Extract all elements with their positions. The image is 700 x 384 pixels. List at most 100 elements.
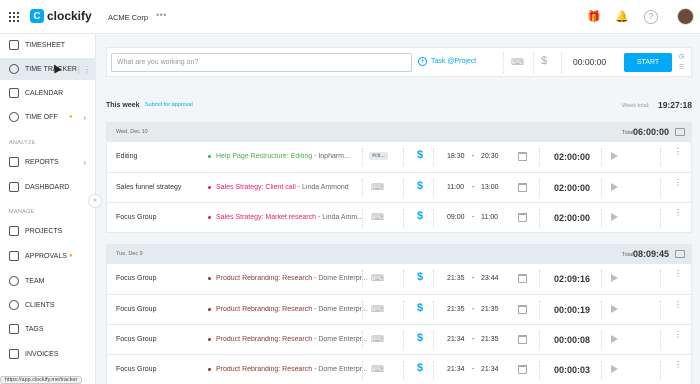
project-picker[interactable]: + Task @Project: [418, 57, 476, 66]
sidebar-item-reports[interactable]: REPORTS ›: [0, 151, 96, 173]
entry-duration[interactable]: 02:00:00: [554, 183, 590, 193]
collapse-sidebar-button[interactable]: «: [88, 194, 102, 208]
sidebar-item-clients[interactable]: CLIENTS: [0, 294, 96, 316]
bell-icon[interactable]: 🔔: [615, 10, 629, 24]
calendar-icon[interactable]: [518, 335, 527, 344]
sidebar-item-timesheet[interactable]: TIMESHEET: [0, 34, 96, 56]
entry-duration[interactable]: 00:00:03: [554, 365, 590, 375]
bulk-edit-icon[interactable]: [675, 128, 685, 136]
entry-start-time[interactable]: 21:35: [447, 306, 465, 313]
entry-start-time[interactable]: 21:34: [447, 336, 465, 343]
start-button[interactable]: START: [624, 53, 672, 72]
tag-icon[interactable]: ⌨: [371, 182, 384, 193]
billable-icon[interactable]: $: [417, 210, 423, 222]
more-options-icon[interactable]: ⋮: [674, 148, 682, 156]
entry-description[interactable]: Sales funnel strategy: [116, 184, 181, 191]
gift-icon[interactable]: 🎁: [587, 10, 601, 24]
drag-handle-icon[interactable]: ⋮⋮: [75, 65, 91, 74]
sidebar-item-approvals[interactable]: APPROVALS ●: [0, 245, 96, 267]
entry-end-time[interactable]: 11:00: [481, 214, 498, 221]
more-options-icon[interactable]: ⋮: [674, 270, 682, 278]
entry-duration[interactable]: 02:09:16: [554, 274, 590, 284]
sidebar-item-dashboard[interactable]: DASHBOARD: [0, 176, 96, 198]
sidebar-item-time-off[interactable]: TIME OFF ● ›: [0, 106, 96, 128]
entry-description[interactable]: Editing: [116, 153, 137, 160]
play-icon[interactable]: [611, 365, 618, 373]
entry-project[interactable]: Sales Strategy: Market research - Linda …: [208, 214, 368, 221]
play-icon[interactable]: [611, 335, 618, 343]
entry-end-time[interactable]: 20:30: [481, 153, 499, 160]
billable-icon[interactable]: $: [417, 332, 423, 344]
tag-icon[interactable]: ⌨: [371, 273, 384, 284]
tag-icon[interactable]: ⌨: [371, 334, 384, 345]
sidebar-item-projects[interactable]: PROJECTS: [0, 220, 96, 242]
tag-icon[interactable]: ⌨: [371, 364, 384, 375]
entry-project[interactable]: Product Rebranding: Research - Dome Ente…: [208, 275, 368, 282]
timer-mode-icon[interactable]: ◷: [679, 53, 684, 60]
apps-grid-icon[interactable]: [9, 12, 19, 22]
entry-duration[interactable]: 02:00:00: [554, 152, 590, 162]
sidebar-item-team[interactable]: TEAM: [0, 270, 96, 292]
avatar[interactable]: [677, 8, 694, 25]
entry-project[interactable]: Product Rebranding: Research - Dome Ente…: [208, 366, 368, 373]
billable-icon[interactable]: $: [417, 362, 423, 374]
entry-description[interactable]: Focus Group: [116, 275, 156, 282]
entry-start-time[interactable]: 11:00: [447, 184, 464, 191]
entry-tag-chip[interactable]: #cli...: [369, 152, 388, 160]
entry-description[interactable]: Focus Group: [116, 306, 156, 313]
entry-end-time[interactable]: 21:35: [481, 336, 499, 343]
entry-description[interactable]: Focus Group: [116, 214, 156, 221]
entry-start-time[interactable]: 09:00: [447, 214, 465, 221]
play-icon[interactable]: [611, 274, 618, 282]
submit-for-approval-link[interactable]: Submit for approval: [145, 102, 193, 108]
entry-end-time[interactable]: 23:44: [481, 275, 499, 282]
sidebar-item-invoices[interactable]: INVOICES: [0, 343, 96, 365]
tag-icon[interactable]: ⌨: [511, 57, 524, 68]
entry-end-time[interactable]: 21:35: [481, 306, 499, 313]
entry-description[interactable]: Focus Group: [116, 336, 156, 343]
billable-icon[interactable]: $: [541, 55, 547, 67]
tag-icon[interactable]: ⌨: [371, 304, 384, 315]
entry-start-time[interactable]: 21:34: [447, 366, 465, 373]
entry-description[interactable]: Focus Group: [116, 366, 156, 373]
more-options-icon[interactable]: ⋮: [674, 301, 682, 309]
billable-icon[interactable]: $: [417, 180, 423, 192]
bulk-edit-icon[interactable]: [675, 250, 685, 258]
calendar-icon[interactable]: [518, 274, 527, 283]
play-icon[interactable]: [611, 152, 618, 160]
play-icon[interactable]: [611, 213, 618, 221]
entry-duration[interactable]: 00:00:19: [554, 305, 590, 315]
entry-start-time[interactable]: 18:30: [447, 153, 465, 160]
entry-end-time[interactable]: 13:00: [481, 184, 499, 191]
play-icon[interactable]: [611, 183, 618, 191]
play-icon[interactable]: [611, 305, 618, 313]
more-options-icon[interactable]: ⋮: [674, 361, 682, 369]
entry-start-time[interactable]: 21:35: [447, 275, 465, 282]
billable-icon[interactable]: $: [417, 271, 423, 283]
billable-icon[interactable]: $: [417, 149, 423, 161]
sidebar-item-calendar[interactable]: CALENDAR: [0, 82, 96, 104]
sidebar-item-tags[interactable]: TAGS: [0, 318, 96, 340]
entry-project[interactable]: Product Rebranding: Research - Dome Ente…: [208, 306, 368, 313]
calendar-icon[interactable]: [518, 183, 527, 192]
calendar-icon[interactable]: [518, 365, 527, 374]
sidebar-item-time-tracker[interactable]: TIME TRACKER ⋮⋮: [0, 58, 96, 80]
calendar-icon[interactable]: [518, 305, 527, 314]
workspace-menu-icon[interactable]: •••: [156, 10, 167, 20]
workspace-name[interactable]: ACME Corp: [108, 13, 148, 22]
more-options-icon[interactable]: ⋮: [674, 331, 682, 339]
entry-duration[interactable]: 00:00:08: [554, 335, 590, 345]
more-options-icon[interactable]: ⋮: [674, 179, 682, 187]
entry-duration[interactable]: 02:00:00: [554, 213, 590, 223]
manual-mode-icon[interactable]: ☰: [679, 64, 684, 71]
entry-project[interactable]: Help Page Restructure: Editing - Inpharm…: [208, 153, 368, 160]
clockify-logo[interactable]: C clockify: [30, 9, 92, 23]
help-icon[interactable]: ?: [644, 10, 658, 24]
calendar-icon[interactable]: [518, 152, 527, 161]
entry-project[interactable]: Product Rebranding: Research - Dome Ente…: [208, 336, 368, 343]
description-input[interactable]: What are you working on?: [111, 53, 412, 72]
entry-project[interactable]: Sales Strategy: Client call - Linda Ammo…: [208, 184, 368, 191]
entry-end-time[interactable]: 21:34: [481, 366, 499, 373]
more-options-icon[interactable]: ⋮: [674, 209, 682, 217]
tag-icon[interactable]: ⌨: [371, 212, 384, 223]
